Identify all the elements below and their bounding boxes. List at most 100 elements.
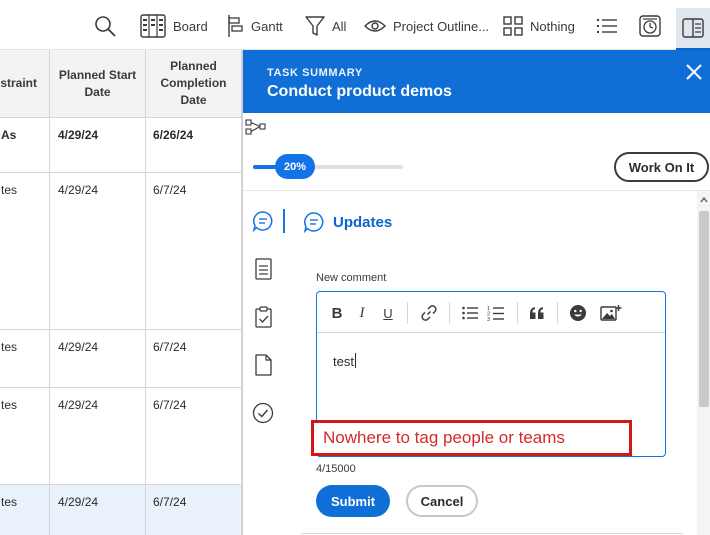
board-label: Board (173, 18, 208, 34)
character-counter: 4/15000 (316, 463, 356, 475)
view-toolbar: Board Gantt All Project Outline... Nothi… (0, 0, 710, 50)
panel-scrollbar[interactable] (697, 191, 710, 535)
grouping-button[interactable]: Nothing (503, 14, 575, 38)
cell-planned-start: 4/29/24 (50, 485, 146, 535)
panel-kicker: TASK SUMMARY (267, 67, 363, 79)
gantt-view-button[interactable]: Gantt (226, 14, 283, 38)
board-view-button[interactable]: Board (140, 14, 208, 38)
toolbar-divider (557, 302, 558, 324)
panel-header: TASK SUMMARY Conduct product demos (243, 50, 710, 113)
progress-badge[interactable]: 20% (275, 154, 315, 179)
emoji-icon (570, 305, 586, 321)
view-label: Project Outline... (393, 18, 490, 34)
toolbar-divider (407, 302, 408, 324)
board-icon (140, 14, 166, 38)
document-details-icon[interactable] (252, 258, 274, 280)
toolbar-divider (449, 302, 450, 324)
cell-constraint: tes (0, 173, 50, 329)
table-row[interactable]: As 4/29/24 6/26/24 (0, 118, 242, 173)
comments-icon[interactable] (252, 210, 274, 232)
toolbar-divider (517, 302, 518, 324)
bulleted-list-button[interactable] (460, 303, 480, 323)
bold-button[interactable]: B (327, 303, 347, 323)
updates-tab[interactable]: Updates (303, 211, 392, 233)
tab-indicator (283, 209, 285, 233)
close-icon[interactable] (684, 62, 704, 82)
updates-label: Updates (333, 213, 393, 231)
scrollbar-thumb[interactable] (699, 211, 709, 407)
divider (243, 190, 710, 191)
italic-button[interactable]: I (352, 303, 372, 323)
cell-planned-start: 4/29/24 (50, 388, 146, 484)
list-icon (597, 19, 617, 33)
grouping-label: Nothing (530, 18, 575, 34)
cell-planned-start: 4/29/24 (50, 330, 146, 387)
gantt-icon (228, 15, 243, 37)
new-comment-label: New comment (316, 272, 387, 284)
eye-icon (364, 20, 386, 32)
cell-planned-completion: 6/26/24 (146, 118, 242, 172)
progress-slider[interactable]: 20% (253, 154, 403, 180)
column-header-planned-start[interactable]: Planned Start Date (50, 50, 146, 118)
comment-text-area[interactable]: test (333, 353, 356, 369)
table-row-selected[interactable]: tes 4/29/24 6/7/24 (0, 485, 242, 535)
annotation-callout: Nowhere to tag people or teams (311, 420, 632, 456)
list-view-button[interactable] (596, 14, 618, 38)
underline-button[interactable]: U (378, 303, 398, 323)
link-icon (421, 305, 437, 321)
cell-constraint: As (0, 118, 50, 172)
scroll-up-arrow-icon[interactable] (700, 197, 708, 203)
panel-title[interactable]: Conduct product demos (267, 83, 452, 101)
table-row[interactable]: tes 4/29/24 6/7/24 (0, 388, 242, 485)
side-panel-icon (682, 18, 704, 38)
comment-text: test (333, 354, 354, 369)
timeline-button[interactable] (639, 14, 661, 38)
cell-planned-completion: 6/7/24 (146, 330, 242, 387)
clock-icon (639, 15, 661, 37)
filter-label: All (332, 18, 347, 34)
quote-button[interactable] (527, 303, 547, 323)
file-icon[interactable] (252, 354, 274, 376)
cell-planned-completion: 6/7/24 (146, 485, 242, 535)
numbered-list-button[interactable]: 123 (486, 303, 506, 323)
cell-constraint: tes (0, 330, 50, 387)
quote-icon (530, 307, 544, 319)
bulleted-list-icon (462, 306, 478, 320)
link-button[interactable] (419, 303, 439, 323)
clipboard-check-icon[interactable] (252, 306, 274, 328)
cell-constraint: tes (0, 485, 50, 535)
cell-planned-completion: 6/7/24 (146, 173, 242, 329)
filter-button[interactable]: All (305, 14, 346, 38)
column-header-constraint[interactable]: straint (0, 50, 50, 118)
hierarchy-icon[interactable] (245, 119, 267, 135)
column-header-planned-completion[interactable]: Planned Completion Date (146, 50, 242, 118)
task-grid: straint Planned Start Date Planned Compl… (0, 50, 242, 535)
cell-planned-start: 4/29/24 (50, 173, 146, 329)
table-row[interactable]: tes 4/29/24 6/7/24 (0, 173, 242, 330)
view-selector-button[interactable]: Project Outline... (364, 14, 489, 38)
svg-text:3: 3 (487, 317, 490, 322)
submit-button[interactable]: Submit (316, 485, 390, 517)
cell-constraint: tes (0, 388, 50, 484)
insert-image-icon (600, 305, 622, 321)
table-row[interactable]: tes 4/29/24 6/7/24 (0, 330, 242, 388)
emoji-button[interactable] (568, 303, 588, 323)
work-on-it-button[interactable]: Work On It (614, 152, 709, 182)
updates-icon (303, 212, 324, 233)
cell-planned-start: 4/29/24 (50, 118, 146, 172)
summary-panel-toggle[interactable] (676, 8, 710, 50)
text-caret (354, 353, 356, 368)
insert-image-button[interactable] (600, 303, 622, 323)
numbered-list-icon: 123 (487, 306, 504, 322)
approval-check-icon[interactable] (252, 402, 274, 424)
divider (301, 533, 683, 534)
cell-planned-completion: 6/7/24 (146, 388, 242, 484)
task-summary-panel: TASK SUMMARY Conduct product demos 20% W… (242, 50, 710, 535)
search-icon (95, 16, 116, 37)
gantt-label: Gantt (251, 18, 283, 34)
search-button[interactable] (93, 14, 117, 38)
filter-icon (305, 16, 325, 36)
grouping-icon (503, 16, 523, 36)
editor-toolbar: B I U 123 (317, 292, 665, 333)
cancel-button[interactable]: Cancel (406, 485, 478, 517)
